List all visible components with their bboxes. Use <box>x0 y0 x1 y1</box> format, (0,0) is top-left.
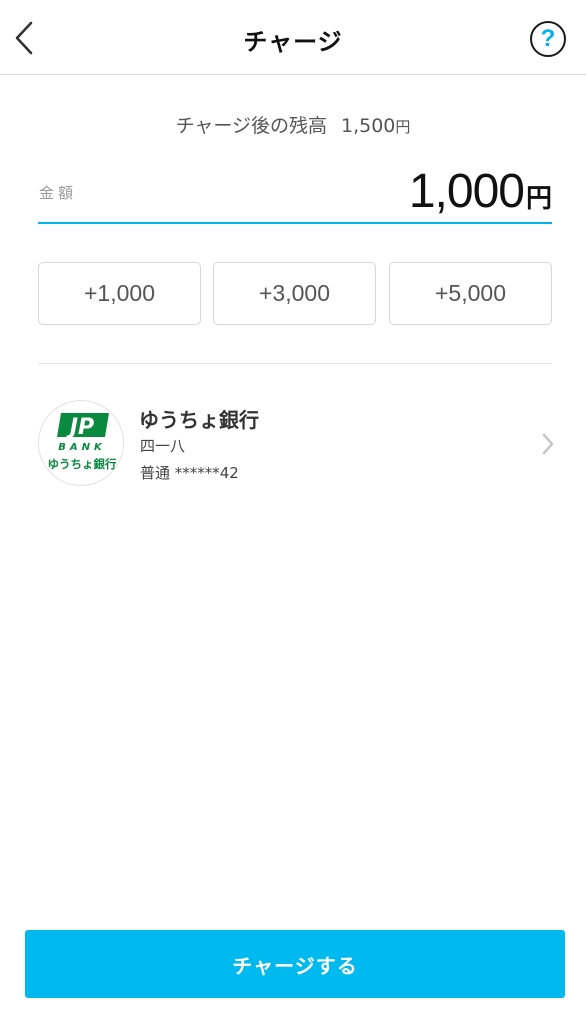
add-3000-button[interactable]: +3,000 <box>213 262 376 325</box>
svg-text:ゆうちょ銀行: ゆうちょ銀行 <box>48 457 117 471</box>
balance-unit: 円 <box>395 118 411 136</box>
amount-value: 1,000 <box>408 165 525 218</box>
chevron-right-icon <box>542 433 554 455</box>
divider <box>38 363 552 364</box>
amount-label: 金額 <box>39 184 78 202</box>
svg-text:JP: JP <box>66 415 94 440</box>
question-circle-icon: ? <box>540 25 556 52</box>
amount-unit: 円 <box>525 184 552 214</box>
help-button[interactable]: ? <box>530 21 566 57</box>
bank-account-number: 普通 ******42 <box>140 464 239 482</box>
balance-value: 1,500 <box>341 115 396 137</box>
header-bar: チャージ ? <box>0 0 586 75</box>
charge-button[interactable]: チャージする <box>25 930 565 998</box>
balance-after-charge: チャージ後の残高 1,500円 <box>0 111 586 138</box>
svg-text:BANK: BANK <box>58 442 105 453</box>
bank-name: ゆうちょ銀行 <box>139 408 259 432</box>
add-1000-button[interactable]: +1,000 <box>38 262 201 325</box>
amount-input[interactable]: 1,000円 <box>409 164 552 219</box>
jp-bank-logo: JP BANK ゆうちょ銀行 <box>38 400 124 486</box>
bank-account-row[interactable]: JP BANK ゆうちょ銀行 ゆうちょ銀行 四一八 普通 ******42 <box>0 390 586 500</box>
bank-branch: 四一八 <box>140 437 186 455</box>
amount-field[interactable]: 金額 1,000円 <box>38 160 552 224</box>
add-5000-button[interactable]: +5,000 <box>389 262 552 325</box>
balance-label: チャージ後の残高 <box>175 115 327 137</box>
page-title: チャージ <box>243 28 343 56</box>
